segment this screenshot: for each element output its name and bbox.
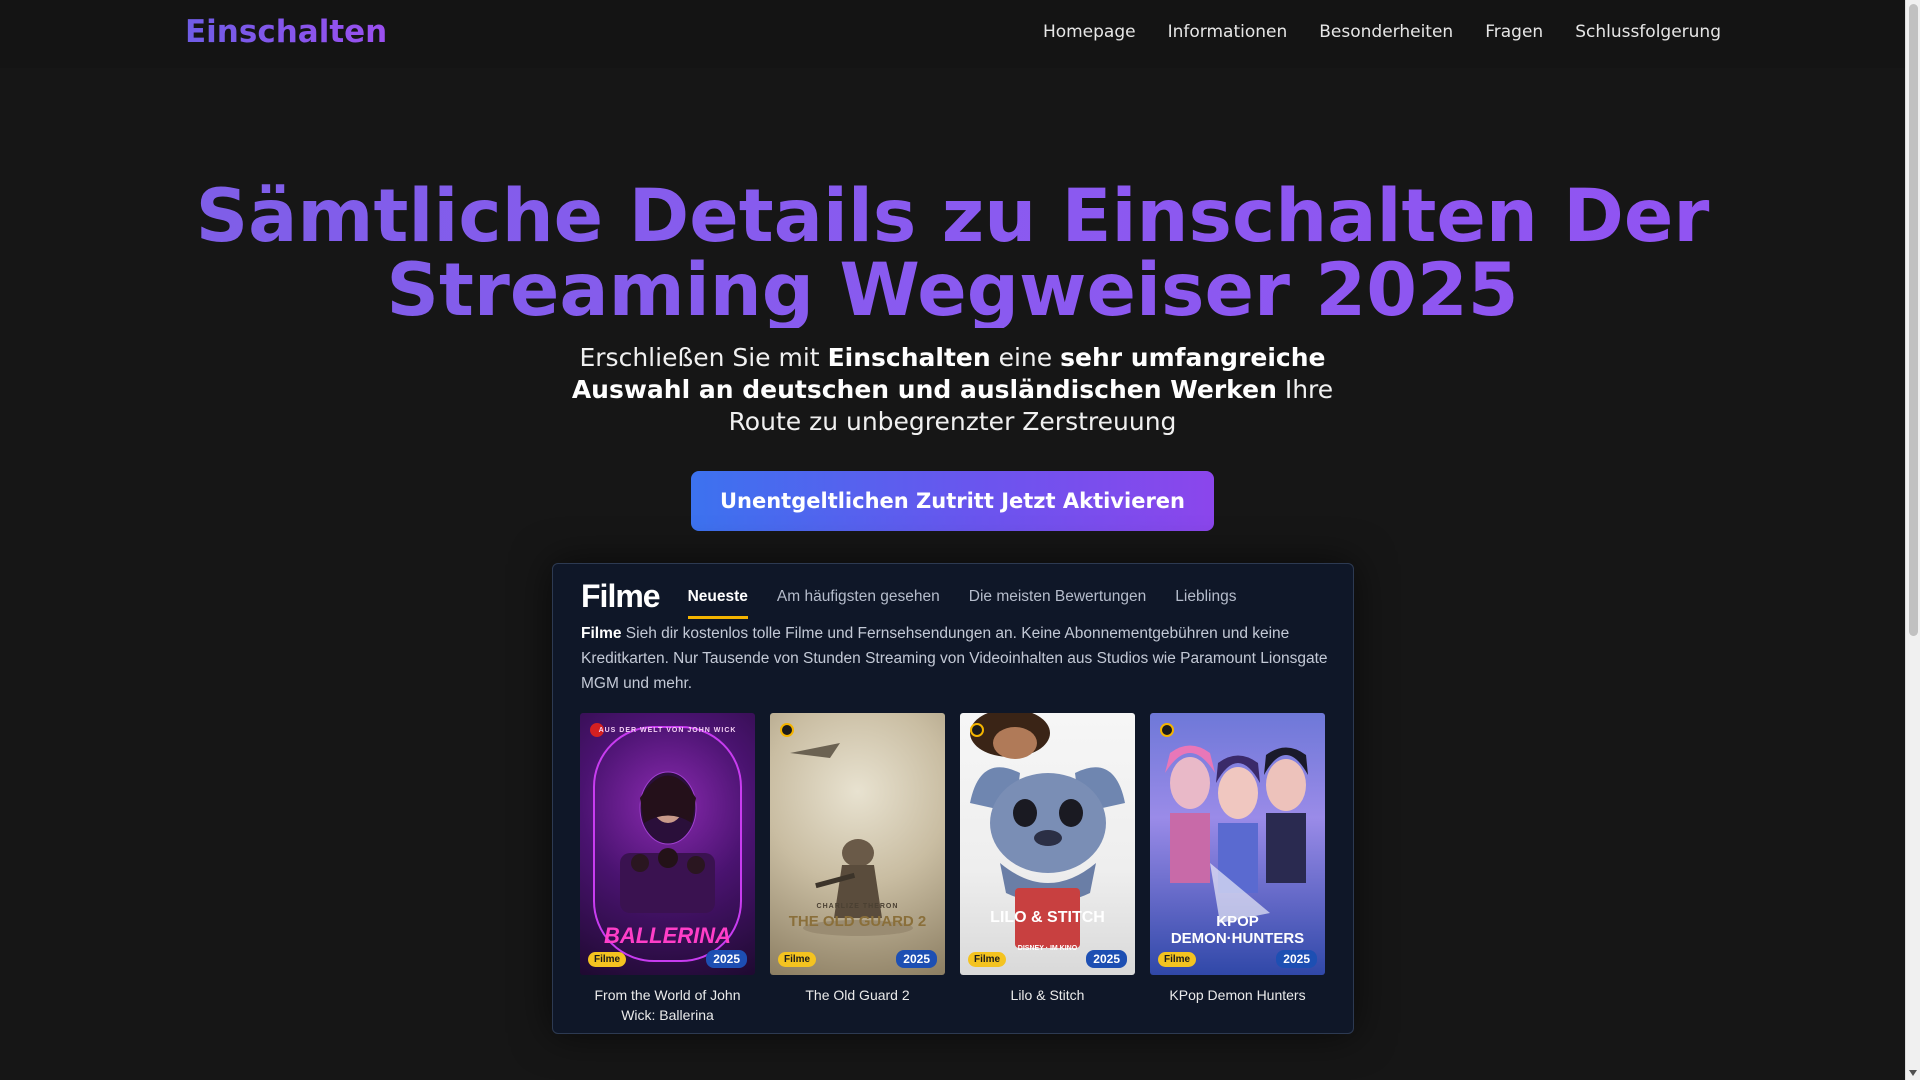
activate-access-button[interactable]: Unentgeltlichen Zutritt Jetzt Aktivieren (691, 471, 1214, 531)
poster-title-text: BALLERINA (603, 923, 732, 948)
poster-title-text: KPOP DEMON·HUNTERS (1170, 913, 1305, 947)
main-nav: Homepage Informationen Besonderheiten Fr… (1043, 22, 1721, 42)
category-badge: Filme (588, 952, 627, 967)
brand-logo[interactable]: Einschalten (185, 14, 387, 50)
movie-card[interactable]: KPOP DEMON·HUNTERS Filme 2025 KPop Demon… (1150, 713, 1325, 1025)
hero-title-line2: Streaming Wegweiser 2025 (386, 248, 1519, 333)
tab-neueste[interactable]: Neueste (687, 588, 748, 619)
panel-header: Filme Neueste Am häufigsten gesehen Die … (581, 578, 1266, 619)
page: Einschalten Homepage Informationen Beson… (0, 0, 1905, 1080)
hero-sub-part: eine (990, 343, 1061, 372)
panel-description: Filme Sieh dir kostenlos tolle Filme und… (581, 621, 1331, 696)
movie-card[interactable]: DISNEY · IM KINO LILO & STITCH Filme 202… (960, 713, 1135, 1025)
year-badge: 2025 (896, 950, 937, 968)
movie-poster[interactable]: AUS DER WELT VON JOHN WICK BALLERINA Fil… (580, 713, 755, 975)
category-badge: Filme (1158, 952, 1197, 967)
category-badge: Filme (968, 952, 1007, 967)
movie-title[interactable]: Lilo & Stitch (960, 985, 1135, 1005)
poster-top-text: CHARLIZE THERON (816, 903, 899, 910)
nav-besonderheiten[interactable]: Besonderheiten (1319, 22, 1453, 42)
panel-title: Filme (581, 578, 661, 614)
tab-am-haeufigsten-gesehen[interactable]: Am häufigsten gesehen (777, 588, 940, 619)
movie-title[interactable]: The Old Guard 2 (770, 985, 945, 1005)
poster-title-text: THE OLD GUARD 2 (788, 913, 927, 930)
site-header: Einschalten Homepage Informationen Beson… (0, 0, 1905, 68)
hero-title: Sämtliche Details zu Einschalten Der Str… (0, 180, 1905, 328)
hero-sub-part: Erschließen Sie mit (579, 343, 828, 372)
movie-title[interactable]: From the World of John Wick: Ballerina (580, 985, 755, 1025)
indicator-dot (780, 723, 794, 737)
movie-card[interactable]: CHARLIZE THERON THE OLD GUARD 2 Filme 20… (770, 713, 945, 1025)
panel-desc-bold: Filme (581, 625, 622, 642)
movie-card[interactable]: AUS DER WELT VON JOHN WICK BALLERINA Fil… (580, 713, 755, 1025)
year-badge: 2025 (1276, 950, 1317, 968)
scrollbar-thumb[interactable] (1909, 4, 1918, 636)
panel-tabs: Neueste Am häufigsten gesehen Die meiste… (687, 584, 1266, 619)
nav-informationen[interactable]: Informationen (1168, 22, 1288, 42)
nav-fragen[interactable]: Fragen (1485, 22, 1543, 42)
indicator-dot (1160, 723, 1174, 737)
movie-card-list: AUS DER WELT VON JOHN WICK BALLERINA Fil… (580, 713, 1325, 1025)
poster-title-text: LILO & STITCH (990, 909, 1105, 926)
tab-lieblings[interactable]: Lieblings (1175, 588, 1236, 619)
category-badge: Filme (778, 952, 817, 967)
vertical-scrollbar[interactable] (1905, 0, 1920, 1080)
hero-subtitle: Erschließen Sie mit Einschalten eine seh… (570, 342, 1335, 438)
movie-poster[interactable]: KPOP DEMON·HUNTERS Filme 2025 (1150, 713, 1325, 975)
tab-meiste-bewertungen[interactable]: Die meisten Bewertungen (969, 588, 1147, 619)
movie-poster[interactable]: CHARLIZE THERON THE OLD GUARD 2 Filme 20… (770, 713, 945, 975)
movie-title[interactable]: KPop Demon Hunters (1150, 985, 1325, 1005)
nav-homepage[interactable]: Homepage (1043, 22, 1136, 42)
movies-preview-panel: Filme Neueste Am häufigsten gesehen Die … (552, 563, 1354, 1034)
year-badge: 2025 (706, 950, 747, 968)
scroll-down-icon[interactable] (1909, 1070, 1917, 1076)
poster-top-text: AUS DER WELT VON JOHN WICK (598, 727, 737, 734)
movie-poster[interactable]: DISNEY · IM KINO LILO & STITCH Filme 202… (960, 713, 1135, 975)
poster-art (790, 743, 913, 936)
year-badge: 2025 (1086, 950, 1127, 968)
hero-sub-bold: Einschalten (827, 343, 991, 372)
hero-title-line1: Sämtliche Details zu Einschalten Der (195, 174, 1710, 259)
indicator-dot (970, 723, 984, 737)
nav-schlussfolgerung[interactable]: Schlussfolgerung (1575, 22, 1721, 42)
poster-art (970, 713, 1125, 948)
panel-desc-text: Sieh dir kostenlos tolle Filme und Ferns… (581, 625, 1328, 692)
